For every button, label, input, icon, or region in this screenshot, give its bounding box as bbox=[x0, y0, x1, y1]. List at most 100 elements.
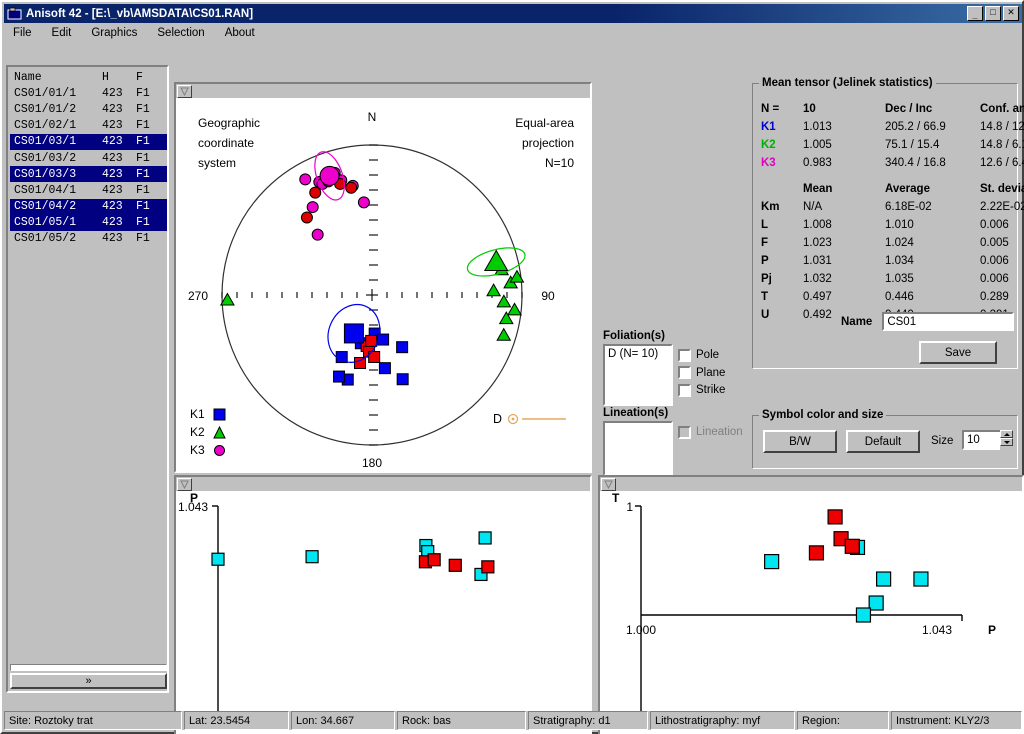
foliation-symbol-icon bbox=[507, 413, 566, 425]
stereonet-canvas[interactable]: N 180 270 90 Geographic coordinate syste… bbox=[176, 99, 590, 471]
stereonet-label-s: 180 bbox=[362, 456, 382, 470]
tensor-stat-average: 6.18E-02 bbox=[885, 201, 932, 213]
file-row-h: 423 bbox=[102, 232, 123, 246]
file-list-row[interactable]: CS01/05/1 423 F1 bbox=[10, 214, 167, 231]
legend-label-k2: K2 bbox=[190, 425, 205, 439]
conf-angles-header: Conf. angles bbox=[980, 103, 1024, 115]
tensor-axis-dec-inc: 340.4 / 16.8 bbox=[885, 157, 946, 169]
file-row-name: CS01/04/2 bbox=[14, 200, 77, 214]
default-button[interactable]: Default bbox=[846, 430, 920, 453]
checkbox-label-plane: Plane bbox=[696, 366, 726, 379]
t-vs-p-canvas[interactable]: T 1 -1 1.000 1.043 P bbox=[600, 492, 1022, 734]
checkbox-pole[interactable]: Pole bbox=[678, 347, 719, 363]
p-vs-km-data-points bbox=[211, 531, 495, 582]
file-row-h: 423 bbox=[102, 183, 123, 197]
name-input[interactable]: CS01 bbox=[882, 312, 1015, 331]
t-vs-p-xlabel: P bbox=[988, 623, 996, 637]
stereonet-label-w: 270 bbox=[188, 289, 208, 303]
caption-right-line2: projection bbox=[521, 136, 574, 150]
symbol-color-size-group: Symbol color and size B/W Default Size 1… bbox=[752, 409, 1018, 469]
p-vs-km-canvas[interactable]: P 1.043 1.000 1.15E-02 8.21E-02 Km [SI] bbox=[176, 492, 590, 734]
lineations-title: Lineation(s) bbox=[603, 407, 669, 419]
checkbox-strike[interactable]: Strike bbox=[678, 382, 725, 398]
file-list-row[interactable]: CS01/04/2 423 F1 bbox=[10, 198, 167, 215]
minimize-button[interactable]: _ bbox=[967, 6, 983, 21]
menu-item-edit[interactable]: Edit bbox=[49, 26, 75, 40]
tensor-axis-value: 1.005 bbox=[803, 139, 832, 151]
file-list-row[interactable]: CS01/02/1 423 F1 bbox=[10, 118, 167, 134]
mean-tensor-group: Mean tensor (Jelinek statistics) N = 10 … bbox=[752, 77, 1024, 369]
expand-list-button[interactable]: » bbox=[10, 673, 167, 689]
menu-item-file[interactable]: File bbox=[10, 26, 35, 40]
tensor-stat-sd: 0.289 bbox=[980, 291, 1009, 303]
size-input[interactable]: 10 bbox=[962, 430, 1000, 450]
file-row-h: 423 bbox=[102, 167, 123, 181]
n-value: 10 bbox=[803, 103, 816, 115]
tensor-axis-dec-inc: 205.2 / 66.9 bbox=[885, 121, 946, 133]
tensor-stat-mean: 0.497 bbox=[803, 291, 832, 303]
close-button[interactable]: ✕ bbox=[1003, 6, 1019, 21]
size-spinner[interactable] bbox=[1000, 430, 1013, 450]
stereonet-label-n: N bbox=[368, 110, 377, 124]
dec-inc-header: Dec / Inc bbox=[885, 103, 933, 115]
maximize-button[interactable]: □ bbox=[985, 6, 1001, 21]
file-row-h: 423 bbox=[102, 86, 123, 100]
spinner-down-icon[interactable] bbox=[1000, 438, 1013, 446]
tensor-stat-name: Pj bbox=[761, 273, 772, 285]
file-row-h: 423 bbox=[102, 200, 123, 214]
save-button[interactable]: Save bbox=[919, 341, 997, 364]
file-row-h: 423 bbox=[102, 119, 123, 133]
p-vs-km-plot: P 1.043 1.000 1.15E-02 8.21E-02 Km [SI] bbox=[178, 492, 555, 734]
file-list[interactable]: Name H F CS01/01/1 423 F1 CS01/01/2 423 F1 CS0… bbox=[10, 69, 167, 669]
tensor-stat-mean: 1.032 bbox=[803, 273, 832, 285]
file-list-row[interactable]: CS01/03/2 423 F1 bbox=[10, 150, 167, 166]
menu-item-graphics[interactable]: Graphics bbox=[88, 26, 140, 40]
foliations-listbox[interactable]: D (N= 10) bbox=[603, 344, 673, 406]
name-field-row: Name CS01 bbox=[841, 312, 1015, 331]
checkbox-box-lineation bbox=[678, 425, 691, 439]
file-row-name: CS01/04/1 bbox=[14, 183, 77, 197]
spinner-up-icon[interactable] bbox=[1000, 430, 1013, 438]
file-list-row[interactable]: CS01/05/2 423 F1 bbox=[10, 231, 167, 247]
foliation-list-item[interactable]: D (N= 10) bbox=[608, 348, 668, 360]
column-header-h: H bbox=[102, 70, 109, 84]
stats-header-mean: Mean bbox=[803, 183, 833, 195]
foliations-title: Foliation(s) bbox=[603, 330, 665, 342]
symbol-group-title: Symbol color and size bbox=[759, 409, 887, 421]
legend-label-k3: K3 bbox=[190, 443, 205, 457]
file-list-row[interactable]: CS01/03/3 423 F1 bbox=[10, 166, 167, 183]
application-window: Anisoft 42 - [E:\_vb\AMSDATA\CS01.RAN] _… bbox=[0, 0, 1024, 734]
triangle-icon bbox=[213, 425, 226, 439]
restore-icon[interactable] bbox=[177, 85, 192, 98]
file-row-name: CS01/03/2 bbox=[14, 151, 77, 165]
file-list-row[interactable]: CS01/01/1 423 F1 bbox=[10, 85, 167, 101]
lineations-listbox[interactable] bbox=[603, 421, 673, 476]
size-stepper[interactable]: 10 bbox=[962, 430, 1013, 450]
restore-icon[interactable] bbox=[601, 478, 616, 491]
tensor-axis-name: K2 bbox=[761, 139, 776, 151]
checkbox-label-strike: Strike bbox=[696, 384, 726, 396]
file-list-hscrollbar[interactable] bbox=[10, 664, 167, 671]
file-list-row[interactable]: CS01/03/1 423 F1 bbox=[10, 133, 167, 150]
tensor-stat-mean: 1.008 bbox=[803, 219, 832, 231]
tensor-stat-row: P 1.031 1.034 0.006 bbox=[761, 252, 1024, 270]
mean-direction-k2 bbox=[483, 249, 509, 271]
status-site: Site: Roztoky trat bbox=[4, 711, 182, 730]
file-list-row[interactable]: CS01/04/1 423 F1 bbox=[10, 182, 167, 198]
tensor-stat-sd: 0.006 bbox=[980, 255, 1009, 267]
checkbox-plane[interactable]: Plane bbox=[678, 365, 725, 381]
menu-item-selection[interactable]: Selection bbox=[154, 26, 207, 40]
menu-item-about[interactable]: About bbox=[222, 26, 258, 40]
tensor-stat-average: 1.035 bbox=[885, 273, 914, 285]
tensor-stat-sd: 2.22E-02 bbox=[980, 201, 1024, 213]
file-row-f: F1 bbox=[136, 135, 150, 149]
restore-icon[interactable] bbox=[177, 478, 192, 491]
tensor-stat-mean: 1.023 bbox=[803, 237, 832, 249]
file-list-row[interactable]: CS01/01/2 423 F1 bbox=[10, 101, 167, 117]
bw-button[interactable]: B/W bbox=[763, 430, 837, 453]
file-row-h: 423 bbox=[102, 135, 123, 149]
circle-icon bbox=[213, 444, 226, 457]
caption-left-line2: coordinate bbox=[198, 136, 255, 150]
tensor-stat-name: Km bbox=[761, 201, 780, 213]
file-row-f: F1 bbox=[136, 151, 150, 165]
